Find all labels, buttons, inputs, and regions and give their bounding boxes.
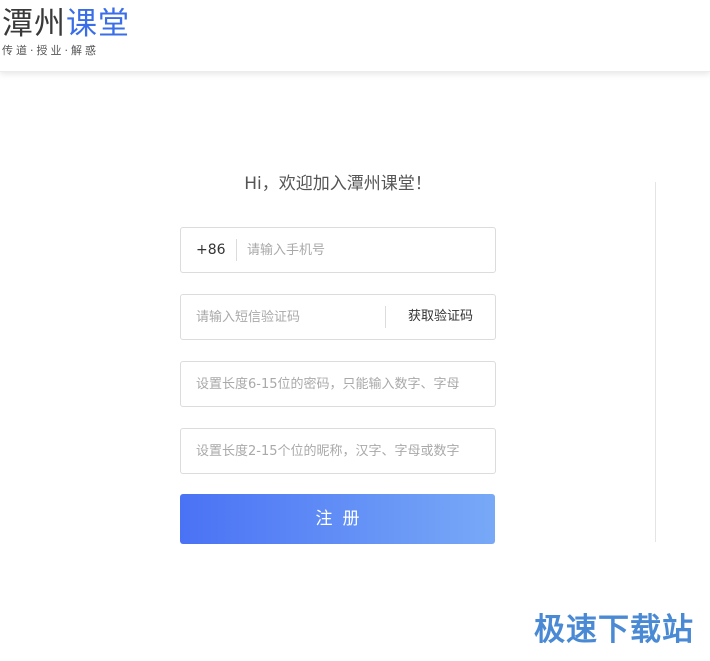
get-sms-code-button[interactable]: 获取验证码 — [385, 306, 495, 328]
phone-input[interactable] — [237, 228, 495, 272]
sms-code-input[interactable] — [181, 295, 385, 339]
sms-code-field[interactable]: 获取验证码 — [180, 294, 496, 340]
nickname-field[interactable] — [180, 428, 496, 474]
vertical-divider — [655, 182, 656, 542]
nickname-input[interactable] — [181, 429, 495, 473]
header: 潭州课堂 传道·授业·解惑 — [0, 0, 710, 72]
logo-wordmark: 潭州课堂 — [2, 6, 130, 42]
logo-text-tanzhou: 潭州 — [2, 6, 66, 42]
phone-field[interactable]: +86 — [180, 227, 496, 273]
register-button[interactable]: 注册 — [180, 494, 495, 544]
page: 潭州课堂 传道·授业·解惑 Hi，欢迎加入潭州课堂！ +86 获取验证码 注册 … — [0, 0, 710, 661]
logo-text-ketang: 课堂 — [66, 6, 130, 42]
form-title: Hi，欢迎加入潭州课堂！ — [244, 174, 432, 194]
country-code-prefix[interactable]: +86 — [181, 239, 237, 261]
password-field[interactable] — [180, 361, 496, 407]
watermark-text: 极速下载站 — [534, 612, 694, 648]
password-input[interactable] — [181, 362, 495, 406]
logo-slogan: 传道·授业·解惑 — [2, 44, 99, 57]
site-logo[interactable]: 潭州课堂 传道·授业·解惑 — [2, 6, 130, 58]
